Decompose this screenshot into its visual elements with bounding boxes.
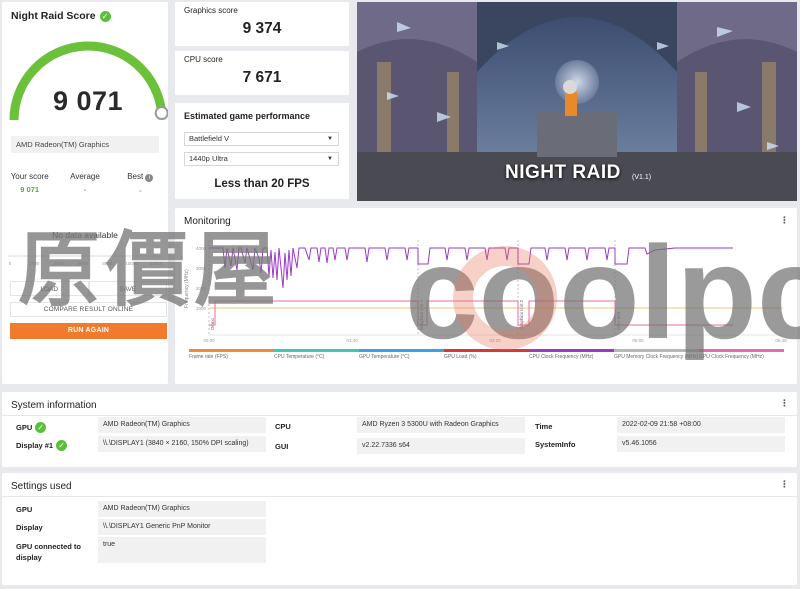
phase-marker-label: CPU test bbox=[616, 311, 621, 330]
info-icon[interactable]: i bbox=[145, 174, 154, 182]
resolution-select[interactable]: 1440p Ultra ▼ bbox=[184, 152, 339, 166]
watermark-cjk: 原價屋 bbox=[18, 222, 283, 318]
check-icon: ✓ bbox=[35, 422, 47, 433]
legend-label: CPU Temperature (°C) bbox=[274, 354, 325, 360]
graphics-score-value: 9 374 bbox=[242, 20, 282, 37]
gpu-label: GPU ✓ bbox=[16, 422, 47, 433]
legend-item[interactable]: GPU Memory Clock Frequency (MHz) bbox=[614, 349, 699, 361]
score-title: Night Raid Score ✓ bbox=[11, 10, 111, 22]
average-score: Average - bbox=[57, 172, 112, 195]
gui-label: GUI bbox=[275, 442, 289, 451]
main-score: 9 071 bbox=[52, 86, 124, 116]
legend-item[interactable]: CPU Clock Frequency (MHz) bbox=[529, 349, 614, 361]
chevron-down-icon: ▼ bbox=[327, 156, 333, 162]
time-label: Time bbox=[535, 422, 553, 431]
graphics-score-label: Graphics score bbox=[184, 6, 238, 15]
best-label-text: Best bbox=[127, 172, 144, 181]
monitoring-legend: Frame rate (FPS) CPU Temperature (°C) GPU … bbox=[189, 349, 789, 361]
more-options-icon[interactable]: ⋮ bbox=[780, 398, 789, 409]
estimated-performance-card: Estimated game performance Less than 20 … bbox=[175, 103, 349, 199]
legend-label: GPU Memory Clock Frequency (MHz) bbox=[614, 354, 699, 360]
legend-item[interactable]: GPU Temperature (°C) bbox=[359, 349, 444, 361]
cpu-score-label: CPU score bbox=[184, 55, 223, 64]
x-tick-label: 03:20 bbox=[489, 338, 501, 343]
fps-estimate: Less than 20 FPS bbox=[214, 178, 310, 190]
settings-gpu-value: AMD Radeon(TM) Graphics bbox=[98, 501, 266, 517]
legend-swatch bbox=[699, 349, 784, 352]
check-icon: ✓ bbox=[56, 440, 68, 451]
score-columns: Your score 9 071 Average - Best i - bbox=[2, 172, 168, 195]
legend-label: CPU Clock Frequency (MHz) bbox=[529, 354, 594, 360]
cpu-score-value: 7 671 bbox=[242, 69, 282, 86]
settings-used-title: Settings used bbox=[11, 481, 72, 492]
cpu-clock-line bbox=[209, 247, 733, 289]
time-value: 2022-02-09 21:58 +08:00 bbox=[617, 417, 785, 433]
night-raid-hero-image: NIGHT RAID (V1.1) bbox=[357, 2, 797, 201]
display-value: \\.\DISPLAY1 (3840 × 2160, 150% DPI scal… bbox=[98, 436, 266, 452]
x-tick-label: 06:40 bbox=[775, 338, 787, 343]
best-value: - bbox=[139, 186, 142, 195]
x-tick-label: 00:00 bbox=[203, 338, 215, 343]
legend-swatch bbox=[274, 349, 359, 352]
settings-display-label: Display bbox=[16, 523, 43, 532]
legend-swatch bbox=[189, 349, 274, 352]
cpu-label: CPU bbox=[275, 422, 291, 431]
gpu-clock-line bbox=[209, 300, 733, 326]
gui-value: v2.22.7336 s64 bbox=[357, 438, 525, 454]
resolution-select-value: 1440p Ultra bbox=[189, 154, 228, 163]
check-icon: ✓ bbox=[99, 10, 111, 22]
systeminfo-label: SystemInfo bbox=[535, 440, 576, 449]
run-again-button[interactable]: RUN AGAIN bbox=[10, 323, 167, 339]
legend-item[interactable]: GPU Clock Frequency (MHz) bbox=[699, 349, 784, 361]
game-select[interactable]: Battlefield V ▼ bbox=[184, 132, 339, 146]
legend-swatch bbox=[359, 349, 444, 352]
your-score-label: Your score bbox=[10, 172, 49, 181]
gpu-name: AMD Radeon(TM) Graphics bbox=[11, 136, 159, 153]
score-title-text: Night Raid Score bbox=[11, 10, 96, 22]
average-value: - bbox=[83, 185, 87, 194]
legend-item[interactable]: Frame rate (FPS) bbox=[189, 349, 274, 361]
histogram-tick-label: 0 bbox=[9, 261, 12, 266]
legend-label: GPU Load (%) bbox=[444, 354, 477, 360]
system-information-title: System information bbox=[11, 400, 97, 411]
divider bbox=[2, 496, 797, 497]
x-tick-label: 01:40 bbox=[346, 338, 358, 343]
legend-label: Frame rate (FPS) bbox=[189, 354, 228, 360]
cpu-score-card: CPU score 7 671 bbox=[175, 51, 349, 95]
hero-title: NIGHT RAID bbox=[505, 162, 621, 183]
game-select-value: Battlefield V bbox=[189, 134, 230, 143]
systeminfo-value: v5.46.1056 bbox=[617, 436, 785, 452]
legend-swatch bbox=[614, 349, 699, 352]
your-score-value: 9 071 bbox=[20, 185, 40, 194]
settings-display-value: \\.\DISPLAY1 Generic PnP Monitor bbox=[98, 519, 266, 535]
graphics-score-card: Graphics score 9 374 bbox=[175, 2, 349, 46]
legend-item[interactable]: CPU Temperature (°C) bbox=[274, 349, 359, 361]
gpu-label-text: GPU bbox=[16, 423, 33, 432]
display-label-text: Display #1 bbox=[16, 441, 54, 450]
average-label: Average bbox=[70, 172, 100, 181]
chevron-down-icon: ▼ bbox=[327, 136, 333, 142]
cpu-value: AMD Ryzen 3 5300U with Radeon Graphics bbox=[357, 417, 525, 433]
settings-used-card: Settings used ⋮ GPU AMD Radeon(TM) Graph… bbox=[2, 473, 797, 585]
best-label: Best i bbox=[113, 172, 168, 182]
more-options-icon[interactable]: ⋮ bbox=[780, 479, 789, 490]
settings-gpu-label: GPU bbox=[16, 505, 33, 514]
x-tick-label: 05:00 bbox=[632, 338, 644, 343]
divider bbox=[2, 415, 797, 416]
hero-version: (V1.1) bbox=[632, 174, 652, 181]
legend-label: GPU Clock Frequency (MHz) bbox=[699, 354, 764, 360]
gpu-connected-label: GPU connected to display bbox=[16, 542, 82, 562]
best-score: Best i - bbox=[113, 172, 168, 195]
legend-swatch bbox=[444, 349, 529, 352]
gpu-value: AMD Radeon(TM) Graphics bbox=[98, 417, 266, 433]
system-information-card: System information ⋮ GPU ✓ AMD Radeon(TM)… bbox=[2, 392, 797, 467]
your-score: Your score 9 071 bbox=[2, 172, 57, 195]
legend-label: GPU Temperature (°C) bbox=[359, 354, 410, 360]
estimated-performance-title: Estimated game performance bbox=[184, 111, 311, 121]
display-label: Display #1 ✓ bbox=[16, 440, 68, 451]
legend-item[interactable]: GPU Load (%) bbox=[444, 349, 529, 361]
legend-swatch bbox=[529, 349, 614, 352]
gpu-connected-value: true bbox=[98, 537, 266, 563]
score-card: Night Raid Score ✓ 9 071 AMD Radeon(TM) … bbox=[2, 2, 168, 384]
